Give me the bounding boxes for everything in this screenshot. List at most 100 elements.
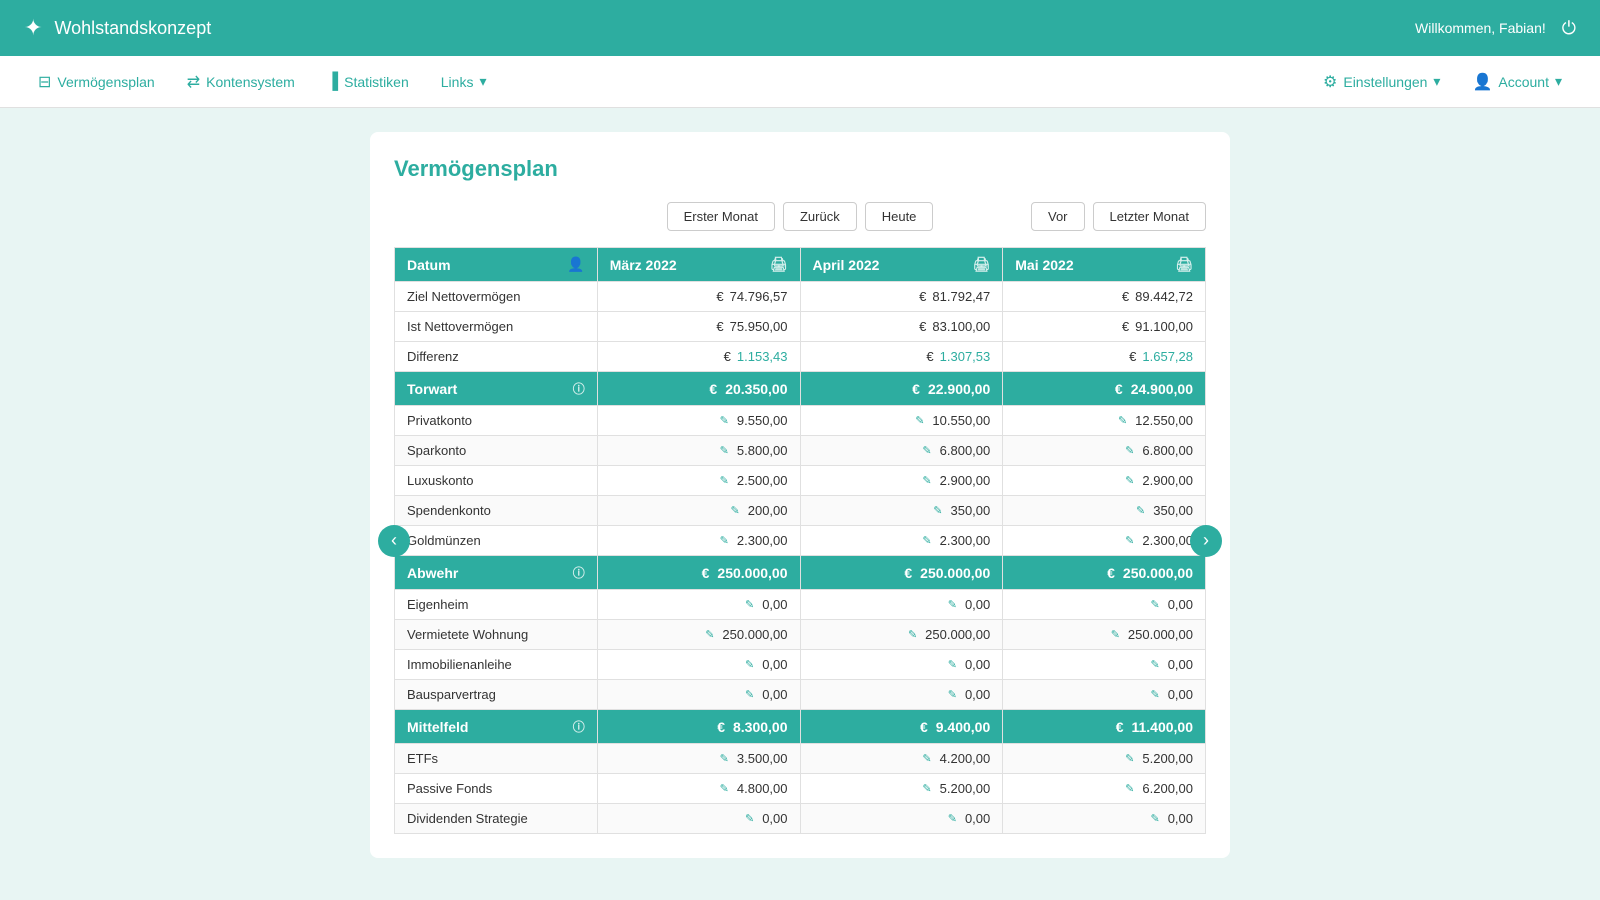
nav-item-kontensystem[interactable]: ⇄ Kontensystem <box>173 66 309 98</box>
carousel-next-button[interactable]: › <box>1190 525 1222 557</box>
edit-icon[interactable]: ✎ <box>948 598 957 611</box>
col-header-label: Datum 👤 <box>395 248 598 282</box>
val-pf-april: ✎5.200,00 <box>801 774 1003 803</box>
label-ist: Ist Nettovermögen <box>395 312 597 341</box>
abwehr-info-icon[interactable]: ⓘ <box>573 564 585 581</box>
edit-icon[interactable]: ✎ <box>1150 658 1159 671</box>
edit-icon[interactable]: ✎ <box>720 752 729 765</box>
row-ziel-nettovermogen: Ziel Nettovermögen €74.796,57 €81.792,47… <box>395 282 1206 312</box>
row-cat-torwart: Torwart ⓘ €20.350,00 <box>395 372 1206 406</box>
val-abwehr-april: €250.000,00 <box>801 557 1003 589</box>
edit-icon[interactable]: ✎ <box>933 504 942 517</box>
val-pf-marz: ✎4.800,00 <box>598 774 800 803</box>
edit-icon[interactable]: ✎ <box>1150 812 1159 825</box>
val-differenz-mai: €1.657,28 <box>1003 342 1205 371</box>
edit-icon[interactable]: ✎ <box>1118 414 1127 427</box>
right-nav-buttons: Vor Letzter Monat <box>1031 202 1206 231</box>
val-ziel-marz: €74.796,57 <box>598 282 800 311</box>
edit-icon[interactable]: ✎ <box>745 688 754 701</box>
edit-icon[interactable]: ✎ <box>1125 752 1134 765</box>
nav-item-einstellungen[interactable]: ⚙ Einstellungen ▾ <box>1309 66 1454 98</box>
edit-icon[interactable]: ✎ <box>1125 444 1134 457</box>
col-header-marz: März 2022 🖨 <box>597 248 800 282</box>
edit-icon[interactable]: ✎ <box>922 782 931 795</box>
nav-item-statistiken[interactable]: ▐ Statistiken <box>313 67 423 97</box>
row-cat-abwehr: Abwehr ⓘ €250.000,00 <box>395 556 1206 590</box>
label-differenz: Differenz <box>395 342 597 371</box>
edit-icon[interactable]: ✎ <box>745 658 754 671</box>
val-pf-mai: ✎6.200,00 <box>1003 774 1205 803</box>
edit-icon[interactable]: ✎ <box>1150 688 1159 701</box>
heute-button[interactable]: Heute <box>865 202 934 231</box>
val-etfs-mai: ✎5.200,00 <box>1003 744 1205 773</box>
val-sparkonto-marz: ✎5.800,00 <box>598 436 800 465</box>
edit-icon[interactable]: ✎ <box>1125 534 1134 547</box>
edit-icon[interactable]: ✎ <box>922 534 931 547</box>
edit-icon[interactable]: ✎ <box>948 658 957 671</box>
carousel-prev-button[interactable]: ‹ <box>378 525 410 557</box>
datum-label: Datum <box>407 257 451 273</box>
erster-monat-button[interactable]: Erster Monat <box>667 202 775 231</box>
nav-item-account[interactable]: 👤 Account ▾ <box>1458 66 1576 98</box>
label-ziel: Ziel Nettovermögen <box>395 282 597 311</box>
edit-icon[interactable]: ✎ <box>745 598 754 611</box>
logout-icon[interactable]: ⏻ <box>1562 18 1576 39</box>
edit-icon[interactable]: ✎ <box>922 444 931 457</box>
val-torwart-april: €22.900,00 <box>801 373 1003 405</box>
edit-icon[interactable]: ✎ <box>1136 504 1145 517</box>
edit-icon[interactable]: ✎ <box>720 474 729 487</box>
val-ist-april: €83.100,00 <box>801 312 1003 341</box>
edit-icon[interactable]: ✎ <box>908 628 917 641</box>
mittelfeld-info-icon[interactable]: ⓘ <box>573 718 585 735</box>
label-immobilienanleihe: Immobilienanleihe <box>395 650 597 679</box>
zuruck-button[interactable]: Zurück <box>783 202 857 231</box>
marz-print-icon[interactable]: 🖨 <box>770 256 788 273</box>
letzter-monat-button[interactable]: Letzter Monat <box>1093 202 1207 231</box>
vermogensplan-icon: ⊟ <box>38 72 51 92</box>
edit-icon[interactable]: ✎ <box>720 414 729 427</box>
torwart-info-icon[interactable]: ⓘ <box>573 380 585 397</box>
edit-icon[interactable]: ✎ <box>922 752 931 765</box>
row-bausparvertrag: Bausparvertrag ✎0,00 ✎0,00 ✎0,00 <box>395 680 1206 710</box>
header: ✦ Wohlstandskonzept Willkommen, Fabian! … <box>0 0 1600 56</box>
edit-icon[interactable]: ✎ <box>745 812 754 825</box>
val-mittelfeld-mai: €11.400,00 <box>1003 711 1205 743</box>
account-chevron-icon: ▾ <box>1555 73 1562 90</box>
nav-item-vermogensplan[interactable]: ⊟ Vermögensplan <box>24 66 169 98</box>
edit-icon[interactable]: ✎ <box>1125 782 1134 795</box>
edit-icon[interactable]: ✎ <box>915 414 924 427</box>
edit-icon[interactable]: ✎ <box>720 444 729 457</box>
label-goldmunzen: Goldmünzen <box>395 526 597 555</box>
edit-icon[interactable]: ✎ <box>1111 628 1120 641</box>
mai-print-icon[interactable]: 🖨 <box>1175 256 1193 273</box>
edit-icon[interactable]: ✎ <box>720 534 729 547</box>
col-header-april: April 2022 🖨 <box>800 248 1003 282</box>
val-vw-april: ✎250.000,00 <box>801 620 1003 649</box>
nav-item-links[interactable]: Links ▾ <box>427 67 501 96</box>
edit-icon[interactable]: ✎ <box>720 782 729 795</box>
edit-icon[interactable]: ✎ <box>948 812 957 825</box>
logo-icon: ✦ <box>24 15 42 41</box>
marz-title: März 2022 <box>610 257 677 273</box>
nav-label-vermogensplan: Vermögensplan <box>57 74 154 90</box>
statistiken-icon: ▐ <box>327 73 338 91</box>
row-goldmunzen: Goldmünzen ✎2.300,00 ✎2.300,00 ✎2.300,00 <box>395 526 1206 556</box>
edit-icon[interactable]: ✎ <box>948 688 957 701</box>
april-print-icon[interactable]: 🖨 <box>972 256 990 273</box>
edit-icon[interactable]: ✎ <box>922 474 931 487</box>
val-spendenkonto-marz: ✎200,00 <box>598 496 800 525</box>
val-bv-mai: ✎0,00 <box>1003 680 1205 709</box>
label-abwehr: Abwehr ⓘ <box>395 556 597 589</box>
edit-icon[interactable]: ✎ <box>1125 474 1134 487</box>
val-sparkonto-mai: ✎6.800,00 <box>1003 436 1205 465</box>
val-ist-marz: €75.950,00 <box>598 312 800 341</box>
val-luxuskonto-mai: ✎2.900,00 <box>1003 466 1205 495</box>
val-ziel-april: €81.792,47 <box>801 282 1003 311</box>
vor-button[interactable]: Vor <box>1031 202 1085 231</box>
edit-icon[interactable]: ✎ <box>1150 598 1159 611</box>
val-ist-mai: €91.100,00 <box>1003 312 1205 341</box>
label-spendenkonto: Spendenkonto <box>395 496 597 525</box>
val-goldmunzen-marz: ✎2.300,00 <box>598 526 800 555</box>
edit-icon[interactable]: ✎ <box>705 628 714 641</box>
edit-icon[interactable]: ✎ <box>731 504 740 517</box>
